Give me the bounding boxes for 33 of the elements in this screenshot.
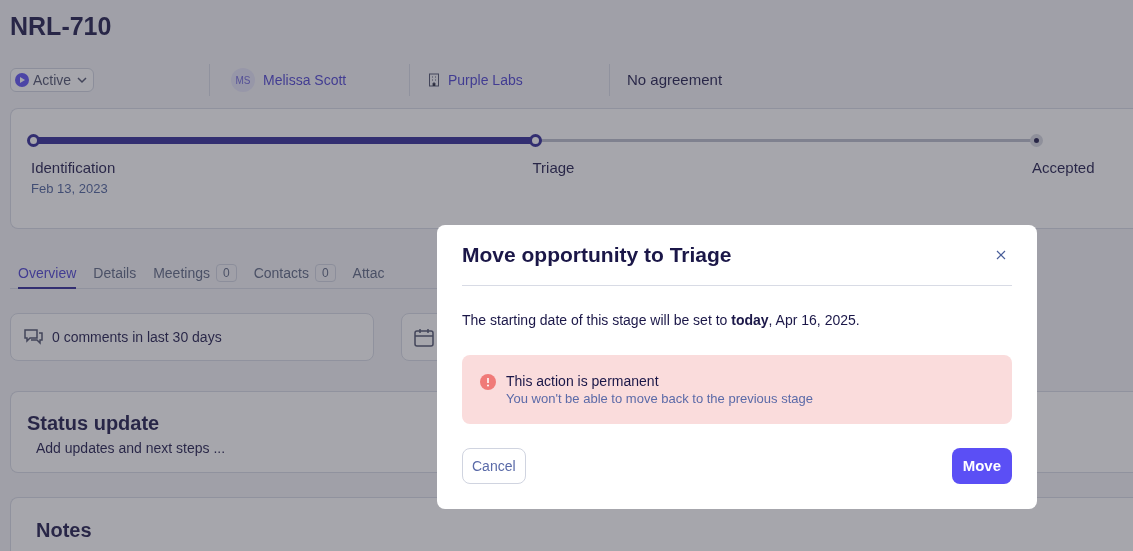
avatar-initials: MS (231, 68, 255, 92)
stage-date: Feb 13, 2023 (31, 180, 108, 198)
warning-title: This action is permanent (506, 372, 660, 390)
move-button[interactable]: Move (951, 448, 1012, 484)
chat-bubbles-icon (23, 327, 44, 347)
tab[interactable]: Details (93, 259, 137, 289)
alert-icon (480, 374, 496, 390)
tab[interactable]: Overview (18, 259, 77, 289)
calendar-icon (414, 327, 434, 347)
close-icon (996, 250, 1006, 260)
status-update-field[interactable]: Add updates and next steps ... (36, 438, 436, 459)
play-icon (15, 73, 29, 87)
building-icon (428, 73, 440, 87)
cancel-button[interactable]: Cancel (462, 448, 526, 484)
owner-link[interactable]: Melissa Scott (263, 69, 347, 91)
tab[interactable]: Contacts 0 (253, 259, 336, 289)
notes-heading: Notes (36, 518, 93, 543)
status-dropdown[interactable]: Active (10, 68, 95, 92)
dialog-title: Move opportunity to Triage (462, 242, 732, 269)
warning-text: You won't be able to move back to the previous stage (506, 390, 813, 408)
stage-label: Accepted (1032, 158, 1095, 178)
agreement-status: No agreement (626, 69, 723, 90)
stage-label: Identification (31, 158, 116, 178)
tab[interactable]: Meetings 0 (153, 259, 237, 289)
dialog-message: The starting date of this stage will be set to today, Apr 16, 2025. (462, 311, 861, 330)
tab[interactable]: Attac (352, 259, 385, 289)
status-update-heading: Status update (27, 411, 161, 436)
comments-count: 0 comments in last 30 days (52, 327, 222, 347)
stage-label: Triage (532, 158, 575, 178)
company-link[interactable]: Purple Labs (448, 69, 523, 91)
count-badge: 0 (314, 264, 336, 282)
page-title: NRL-710 (10, 11, 113, 42)
count-badge: 0 (215, 264, 237, 282)
